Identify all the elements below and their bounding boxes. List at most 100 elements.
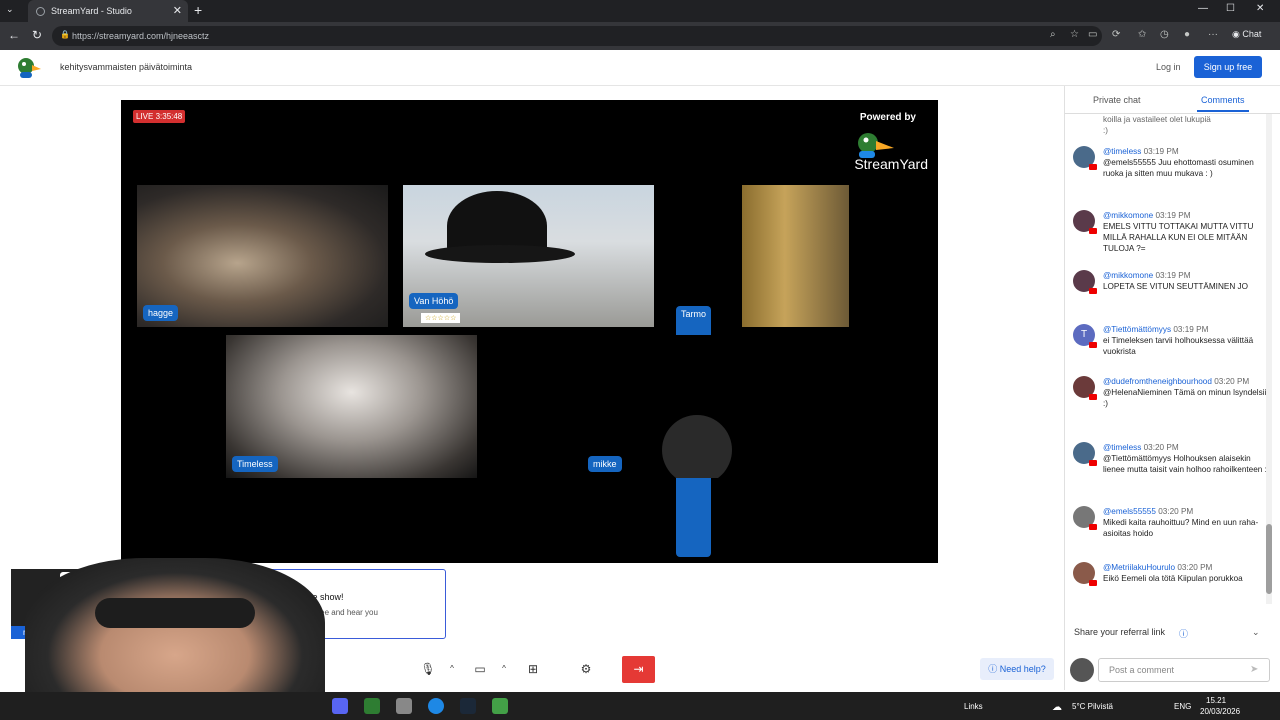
need-help-button[interactable]: ⓘ Need help? bbox=[980, 658, 1054, 680]
close-tab-icon[interactable]: ✕ bbox=[173, 4, 182, 17]
chat-panel: Private chat Comments koilla ja vastaile… bbox=[1064, 86, 1280, 690]
comment-body: @timeless 03:19 PM @emels55555 Juu ehotto… bbox=[1103, 146, 1273, 179]
youtube-badge-icon bbox=[1089, 580, 1097, 586]
back-icon[interactable]: ← bbox=[8, 28, 20, 42]
streamyard-taskbar-icon[interactable] bbox=[364, 698, 380, 714]
chevron-down-icon[interactable]: ⌄ bbox=[1252, 627, 1260, 638]
comment-author[interactable]: @mikkomone bbox=[1103, 271, 1153, 280]
comment-time: 03:19 PM bbox=[1155, 211, 1191, 220]
green-app-icon[interactable] bbox=[492, 698, 508, 714]
exit-icon: ⇥ bbox=[633, 662, 644, 676]
discord-icon[interactable] bbox=[332, 698, 348, 714]
comment-body: @Tiettömättömyys 03:19 PM ei Timeleksen t… bbox=[1103, 324, 1273, 357]
youtube-badge-icon bbox=[1089, 524, 1097, 530]
live-badge: LIVE 3:35:48 bbox=[133, 110, 186, 123]
clock-date[interactable]: 20/03/2026 bbox=[1200, 707, 1240, 716]
send-icon[interactable]: ➤ bbox=[1250, 664, 1258, 675]
browser-tab-bar: ⌄ StreamYard - Studio ✕ + — ☐ ✕ bbox=[0, 0, 1280, 22]
steam-icon[interactable] bbox=[460, 698, 476, 714]
referral-link-label[interactable]: Share your referral link bbox=[1074, 627, 1165, 637]
favorites-bar-icon[interactable]: ✩ bbox=[1138, 29, 1146, 40]
tab-comments[interactable]: Comments bbox=[1197, 95, 1248, 112]
links-toolbar[interactable]: Links bbox=[964, 702, 983, 711]
comments-scrollbar[interactable] bbox=[1266, 114, 1272, 604]
streamyard-brand: StreamYard bbox=[838, 130, 928, 172]
site-header: kehitysvammaisten päivätoiminta Log in S… bbox=[0, 50, 1280, 86]
participant-video-tarmo[interactable] bbox=[742, 185, 849, 327]
participant-name: mikke bbox=[588, 456, 622, 472]
copilot-chat-button[interactable]: ◉ Chat bbox=[1232, 29, 1261, 40]
read-icon[interactable]: ▭ bbox=[1088, 29, 1097, 40]
participant-video-hagge[interactable]: hagge bbox=[137, 185, 388, 327]
leave-studio-button[interactable]: ⇥ bbox=[622, 656, 655, 683]
participant-video-van-hoho[interactable]: Van Höhö ☆☆☆☆☆ bbox=[403, 185, 654, 327]
url-field[interactable]: 🔒 https://streamyard.com/hjneeasctz bbox=[52, 26, 1102, 46]
tab-private-chat[interactable]: Private chat bbox=[1093, 95, 1141, 105]
comment-text: @HelenaNieminen Tämä on minun lsyndelsii… bbox=[1103, 388, 1273, 408]
tab-menu-icon[interactable]: ⌄ bbox=[6, 4, 14, 15]
participant-video-timeless[interactable]: Timeless bbox=[226, 335, 477, 478]
favorite-icon[interactable]: ☆ bbox=[1070, 29, 1079, 40]
youtube-badge-icon bbox=[1089, 342, 1097, 348]
screen-share-icon[interactable]: ⊞ bbox=[523, 658, 543, 680]
streamyard-logo-icon[interactable] bbox=[16, 55, 42, 81]
signup-button[interactable]: Sign up free bbox=[1194, 56, 1262, 78]
youtube-badge-icon bbox=[1089, 164, 1097, 170]
comment-body: @mikkomone 03:19 PM LOPETA SE VITUN SEUTT… bbox=[1103, 270, 1273, 292]
avatar bbox=[1073, 210, 1097, 234]
scrollbar-thumb[interactable] bbox=[1266, 524, 1272, 594]
maximize-icon[interactable]: ☐ bbox=[1226, 3, 1235, 14]
extensions-icon[interactable]: ⟳ bbox=[1112, 29, 1120, 40]
broadcast-stage: LIVE 3:35:48 Powered by StreamYard hagge… bbox=[121, 100, 938, 563]
login-link[interactable]: Log in bbox=[1156, 62, 1181, 72]
comment-author[interactable]: @mikkomone bbox=[1103, 211, 1153, 220]
comment-fragment: koilla ja vastaileet olet lukupiä :) bbox=[1103, 115, 1211, 135]
comment-text: @emels55555 Juu ehottomasti osuminen ruo… bbox=[1103, 158, 1254, 178]
mic-options-chevron-icon[interactable]: ^ bbox=[442, 658, 462, 680]
history-icon[interactable]: ◷ bbox=[1160, 29, 1169, 40]
app-icon[interactable] bbox=[396, 698, 412, 714]
more-icon[interactable]: ··· bbox=[1208, 29, 1218, 40]
duck-logo-icon bbox=[858, 133, 894, 158]
rating-stars: ☆☆☆☆☆ bbox=[421, 313, 461, 323]
new-tab-icon[interactable]: + bbox=[194, 2, 202, 18]
comment-text: ei Timeleksen tarvii holhouksessa välitt… bbox=[1103, 336, 1254, 356]
comment-body: @MetriilakuHourulo 03:20 PM Eikö Eemeli o… bbox=[1103, 562, 1273, 584]
comment-body: @dudefromtheneighbourhood 03:20 PM @Helen… bbox=[1103, 376, 1273, 409]
participant-name: Timeless bbox=[232, 456, 278, 472]
comment-author[interactable]: @timeless bbox=[1103, 147, 1141, 156]
clock-time[interactable]: 15.21 bbox=[1206, 696, 1226, 705]
close-window-icon[interactable]: ✕ bbox=[1256, 3, 1264, 14]
zoom-icon[interactable]: ⌕ bbox=[1050, 29, 1056, 40]
youtube-badge-icon bbox=[1089, 460, 1097, 466]
microphone-icon[interactable]: 🎙 bbox=[418, 658, 438, 680]
comment-input[interactable]: Post a comment bbox=[1098, 658, 1270, 682]
edge-icon[interactable] bbox=[428, 698, 444, 714]
windows-taskbar: Links ☁ 5°C Pilvistä ENG 15.21 20/03/202… bbox=[0, 692, 1280, 720]
comment-author[interactable]: @timeless bbox=[1103, 443, 1141, 452]
comment-time: 03:20 PM bbox=[1177, 563, 1213, 572]
comment-text: LOPETA SE VITUN SEUTTÄMINEN JO bbox=[1103, 282, 1248, 291]
comment-author[interactable]: @MetriilakuHourulo bbox=[1103, 563, 1175, 572]
tab-favicon-icon bbox=[36, 6, 45, 16]
weather-text[interactable]: 5°C Pilvistä bbox=[1072, 702, 1113, 711]
comment-author[interactable]: @dudefromtheneighbourhood bbox=[1103, 377, 1212, 386]
settings-gear-icon[interactable]: ⚙ bbox=[576, 658, 596, 680]
avatar bbox=[1073, 442, 1097, 466]
hat-brim-shape bbox=[425, 245, 575, 263]
participant-name: hagge bbox=[143, 305, 179, 321]
language-indicator[interactable]: ENG bbox=[1174, 702, 1191, 711]
comment-text: Eikö Eemeli ola tötä Kiipulan porukkoa bbox=[1103, 574, 1243, 583]
avatar bbox=[1073, 376, 1097, 400]
camera-options-chevron-icon[interactable]: ^ bbox=[494, 658, 514, 680]
minimize-icon[interactable]: — bbox=[1198, 3, 1208, 14]
profile-icon[interactable]: ● bbox=[1184, 29, 1190, 40]
comment-author[interactable]: @Tiettömättömyys bbox=[1103, 325, 1171, 334]
reload-icon[interactable]: ↻ bbox=[32, 28, 42, 42]
camera-icon[interactable]: ▭ bbox=[470, 658, 490, 680]
participant-video-mikke[interactable]: mikke bbox=[582, 335, 833, 478]
comment-author[interactable]: @emels55555 bbox=[1103, 507, 1156, 516]
comment-time: 03:20 PM bbox=[1143, 443, 1179, 452]
browser-tab[interactable]: StreamYard - Studio ✕ bbox=[28, 0, 188, 22]
help-icon[interactable]: ⓘ bbox=[1179, 627, 1188, 640]
